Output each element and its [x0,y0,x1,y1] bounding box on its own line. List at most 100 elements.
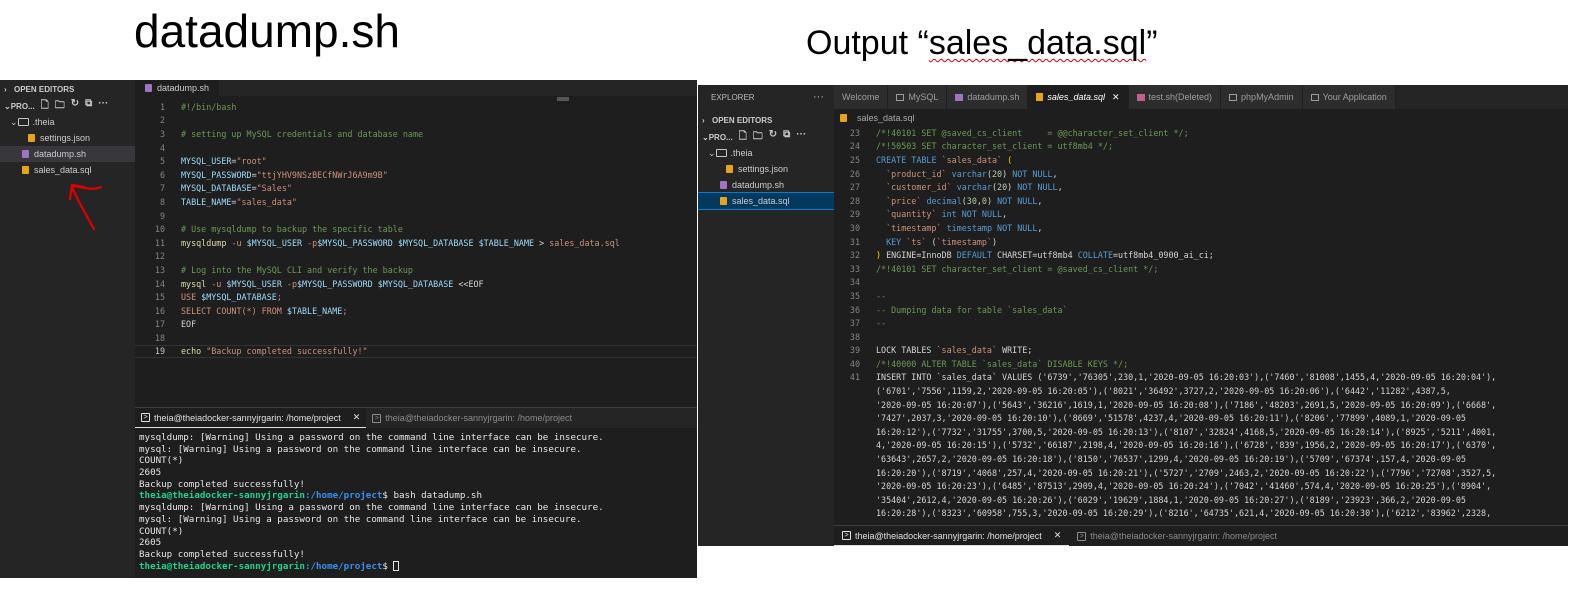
close-icon[interactable]: ✕ [353,412,361,423]
terminal-tab[interactable]: > theia@theiadocker-sannyjrgarin: /home/p… [366,408,578,428]
right-code-lines[interactable]: 23 /*!40101 SET @saved_cs_client = @@char… [834,126,1568,520]
code-text: INSERT INTO `sales_data` VALUES ('6739',… [876,372,1496,382]
file-tree-label: sales_data.sql [34,165,92,175]
line-number: 5 [159,156,165,167]
file-tree-item[interactable]: datadump.sh [698,177,834,193]
prompt-command: $ [382,560,394,572]
code-token: DEFAULT [956,250,992,261]
refresh-icon[interactable]: ↻ [769,129,777,146]
line-number: 27 [849,182,860,193]
window-icon [1310,93,1319,101]
new-file-icon[interactable]: 🗋 [739,129,747,146]
line-number: 32 [849,250,860,261]
explorer-title: EXPLORER [711,92,755,102]
code-token: timestamp NOT NULL [946,222,1038,233]
code-token: COLLATE [1077,250,1113,261]
code-token: "Backup completed successfully!" [206,346,368,357]
close-icon[interactable]: ✕ [1112,92,1120,103]
code-line: 26 `product_id` varchar(20) NOT NULL, [834,167,1568,181]
terminal-line: mysqldump: [Warning] Using a password on… [139,502,693,514]
editor-tab[interactable]: Welcome [834,85,889,109]
line-number: 13 [154,264,165,275]
terminal-tab[interactable]: > theia@theiadocker-sannyjrgarin: /home/p… [1069,526,1285,546]
line-number: 19 [154,346,165,357]
code-text: `timestamp` timestamp NOT NULL, [876,223,1042,233]
file-tree-item[interactable]: ⌄ .theia [0,114,135,130]
editor-tab[interactable]: MySQL [888,85,948,109]
code-token: `ts` [906,236,927,247]
code-line: 31 KEY `ts` (`timestamp`) [834,235,1568,249]
new-folder-icon[interactable]: 🗀 [753,129,763,146]
terminal-tab[interactable]: > theia@theiadocker-sannyjrgarin: /home/p… [135,408,367,428]
code-token: ('6701','7556',1159,2,'2020-09-05 16:20:… [876,386,1451,397]
line-number: 25 [849,154,860,165]
terminal-icon: > [1077,531,1087,541]
code-token: ENGINE=InnoDB [881,250,957,261]
line-number: 38 [849,331,860,342]
left-code-lines[interactable]: 1 #!/bin/bash 2 3 # setting up MySQL credent… [135,96,697,359]
collapse-all-icon[interactable]: ⧉ [85,98,92,115]
file-tree-item[interactable]: datadump.sh [0,146,135,162]
file-tree-item[interactable]: sales_data.sql [698,192,835,210]
collapse-all-icon[interactable]: ⧉ [783,129,790,146]
code-token: $MYSQL_DATABASE [201,292,277,303]
editor-tab[interactable]: phpMyAdmin [1221,85,1303,109]
project-section-header[interactable]: ⌄ PRO... 🗋 🗀 ↻ ⧉ ··· [0,98,135,114]
code-token: varchar [956,182,992,193]
sql-file-icon [22,166,29,174]
editor-tab[interactable]: datadump.sh [947,85,1029,109]
terminal-line: 2605 [139,467,693,479]
terminal-tab[interactable]: > theia@theiadocker-sannyjrgarin: /home/p… [834,526,1070,546]
code-line: 25 CREATE TABLE `sales_data` ( [834,153,1568,167]
open-editors-section[interactable]: › OPEN EDITORS [0,80,135,98]
code-token: echo [181,346,202,357]
code-text: '2020-09-05 16:20:23'),('6485','87513',2… [876,481,1491,491]
code-line: 18 [135,331,697,345]
refresh-icon[interactable]: ↻ [71,98,79,115]
editor-tab-label: MySQL [908,92,939,102]
file-tree-item[interactable]: ⌄ .theia [698,145,834,161]
more-icon[interactable]: ··· [98,98,108,115]
code-token: ) [992,236,998,247]
terminal-line: theia@theiadocker-sannyjrgarin:/home/pro… [139,490,693,502]
code-line: 4 [135,141,697,155]
line-number: 9 [159,210,165,221]
horizontal-scroll-thumb[interactable] [557,97,569,101]
code-text: /*!50503 SET character_set_client = utf8… [876,141,1113,151]
code-text: mysql -u $MYSQL_USER -p$MYSQL_PASSWORD $… [181,279,484,289]
more-icon[interactable]: ··· [796,129,806,146]
editor-tab[interactable]: sales_data.sql ✕ [1028,85,1129,109]
code-text: /*!40101 SET @saved_cs_client = @@charac… [876,128,1189,138]
terminal-output-text: COUNT(*) [139,455,184,467]
file-tree-item[interactable]: settings.json [698,161,834,177]
json-file-icon [726,165,733,173]
code-token: , [1002,209,1008,220]
code-text: `customer_id` varchar(20) NOT NULL, [876,182,1063,192]
left-terminal-tabs: > theia@theiadocker-sannyjrgarin: /home/p… [135,408,697,428]
close-icon[interactable]: ✕ [1054,530,1062,541]
code-line: 14 mysql -u $MYSQL_USER -p$MYSQL_PASSWORD… [135,277,697,291]
tab-datadump-sh[interactable]: datadump.sh [135,80,220,96]
editor-tab[interactable]: test.sh(Deleted) [1128,85,1222,109]
left-terminal-output[interactable]: mysqldump: [Warning] Using a password on… [135,428,697,572]
code-text: KEY `ts` (`timestamp`) [876,237,997,247]
explorer-toolbar: 🗋 🗀 ↻ ⧉ ··· [739,129,807,146]
code-token: $TABLE_NAME [286,305,343,316]
code-text: '2020-09-05 16:20:07'),('5643','36216',1… [876,400,1496,410]
explorer-more-icon[interactable]: ··· [813,91,824,103]
open-editors-section[interactable]: › OPEN EDITORS [698,111,834,129]
code-token: USE [181,292,202,303]
project-section-header[interactable]: ⌄ PRO... 🗋 🗀 ↻ ⧉ ··· [698,129,834,145]
left-code-editor: datadump.sh 1 #!/bin/bash 2 3 # setting up M… [135,80,697,407]
file-tree-item[interactable]: settings.json [0,130,135,146]
terminal-tab-label: theia@theiadocker-sannyjrgarin: /home/pr… [385,413,573,423]
new-folder-icon[interactable]: 🗀 [55,98,65,115]
code-line: 40 /*!40000 ALTER TABLE `sales_data` DISA… [834,357,1568,371]
new-file-icon[interactable]: 🗋 [41,98,49,115]
terminal-line: theia@theiadocker-sannyjrgarin:/home/pro… [139,561,693,573]
code-text: MYSQL_PASSWORD="ttjYHV9NSzBECfNWrJ6A9m9B… [181,170,388,180]
breadcrumb[interactable]: sales_data.sql [834,109,1568,126]
editor-tab[interactable]: Your Application [1302,85,1396,109]
